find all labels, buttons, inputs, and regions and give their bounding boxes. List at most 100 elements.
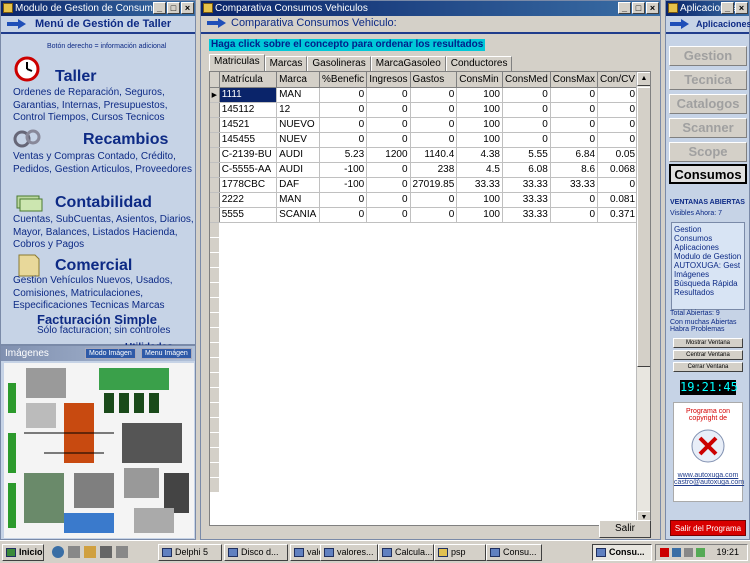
table-cell[interactable]: 0 bbox=[319, 132, 368, 148]
taller-section-title[interactable]: Taller bbox=[55, 68, 97, 86]
recambios-section-title[interactable]: Recambios bbox=[83, 131, 168, 149]
comercial-section-desc[interactable]: Gestion Vehículos Nuevos, Usados, Comisi… bbox=[13, 275, 195, 313]
column-header[interactable]: ConsMax bbox=[550, 72, 599, 88]
table-row[interactable]: C-5555-AA AUDI -100 0 238 4.5 6.08 8.6 0.068 bbox=[210, 162, 650, 178]
list-item[interactable]: Aplicaciones bbox=[674, 243, 742, 252]
scroll-thumb[interactable] bbox=[637, 87, 650, 367]
vertical-scrollbar[interactable]: ▲ ▼ bbox=[636, 72, 650, 525]
column-header[interactable]: Ingresos bbox=[366, 72, 411, 88]
start-button[interactable]: Inicio bbox=[2, 544, 44, 561]
table-cell[interactable]: 1200 bbox=[366, 147, 411, 163]
taskbar-item[interactable]: Delphi 5 bbox=[158, 544, 222, 561]
center-window-button[interactable]: Centrar Ventana bbox=[673, 350, 743, 360]
list-item[interactable]: Modulo de Gestion bbox=[674, 252, 742, 261]
results-grid[interactable]: Matrícula Marca %Benefic Ingresos Gastos… bbox=[209, 71, 651, 526]
exit-program-button[interactable]: Salir del Programa bbox=[670, 520, 746, 536]
table-cell[interactable]: 0 bbox=[366, 162, 411, 178]
table-cell[interactable]: 100 bbox=[456, 207, 503, 223]
table-cell[interactable]: 0 bbox=[502, 87, 551, 103]
row-indicator[interactable] bbox=[210, 177, 220, 193]
minimize-button[interactable]: _ bbox=[618, 2, 631, 14]
column-header[interactable]: Marca bbox=[276, 72, 320, 88]
catalogos-button[interactable]: Catalogos bbox=[669, 94, 747, 114]
table-cell[interactable]: 0 bbox=[366, 192, 411, 208]
desktop-icon[interactable] bbox=[68, 546, 80, 558]
table-cell[interactable]: 0 bbox=[550, 132, 599, 148]
table-cell[interactable]: 5.23 bbox=[319, 147, 368, 163]
tab-conductores[interactable]: Conductores bbox=[445, 56, 513, 71]
table-cell[interactable]: SCANIA bbox=[276, 207, 320, 223]
table-cell[interactable]: 33.33 bbox=[502, 177, 551, 193]
table-cell[interactable]: 0 bbox=[319, 192, 368, 208]
table-row[interactable]: 145455 NUEV 0 0 0 100 0 0 0 bbox=[210, 132, 650, 148]
table-cell[interactable]: 0 bbox=[597, 87, 639, 103]
comparison-title-bar[interactable]: Comparativa Consumos Vehiculos _ □ × bbox=[201, 1, 660, 16]
table-row[interactable]: C-2139-BU AUDI 5.23 1200 1140.4 4.38 5.55 6.84 0… bbox=[210, 147, 650, 163]
table-row[interactable]: 5555 SCANIA 0 0 0 100 33.33 0 0.371 bbox=[210, 207, 650, 223]
comercial-section-title[interactable]: Comercial bbox=[55, 257, 132, 275]
contabilidad-section-title[interactable]: Contabilidad bbox=[55, 194, 152, 212]
exit-button[interactable]: Salir bbox=[599, 520, 651, 538]
contabilidad-section-desc[interactable]: Cuentas, SubCuentas, Asientos, Diarios, … bbox=[13, 214, 195, 252]
taller-section-desc[interactable]: Ordenes de Reparación, Seguros, Garantia… bbox=[13, 87, 195, 125]
website-link[interactable]: www.autoxuga.com bbox=[674, 472, 742, 479]
scope-button[interactable]: Scope bbox=[669, 142, 747, 162]
table-row[interactable]: ▶ 1111 MAN 0 0 0 100 0 0 0 bbox=[210, 87, 650, 103]
close-button[interactable]: × bbox=[735, 2, 748, 14]
column-header[interactable]: Con/CV bbox=[597, 72, 639, 88]
table-cell[interactable]: NUEV bbox=[276, 132, 320, 148]
table-row[interactable]: 1778CBC DAF -100 0 27019.85 33.33 33.33 33.33 0 bbox=[210, 177, 650, 193]
table-cell[interactable]: 0 bbox=[597, 177, 639, 193]
program-icon[interactable] bbox=[100, 546, 112, 558]
gestion-button[interactable]: Gestion bbox=[669, 46, 747, 66]
image-mode-button[interactable]: Modo Imágen bbox=[85, 348, 136, 359]
table-cell[interactable]: 5.55 bbox=[502, 147, 551, 163]
row-indicator[interactable] bbox=[210, 132, 220, 148]
minimize-button[interactable]: _ bbox=[153, 2, 166, 14]
table-cell[interactable]: AUDI bbox=[276, 147, 320, 163]
email-link[interactable]: castro@autoxuga.com bbox=[674, 479, 744, 486]
table-cell[interactable]: 100 bbox=[456, 102, 503, 118]
taskbar-item[interactable]: psp bbox=[434, 544, 486, 561]
table-cell[interactable]: MAN bbox=[276, 192, 320, 208]
program-icon[interactable] bbox=[116, 546, 128, 558]
table-cell[interactable]: 0 bbox=[550, 117, 599, 133]
table-cell[interactable]: C-5555-AA bbox=[219, 162, 278, 178]
table-cell[interactable]: 27019.85 bbox=[410, 177, 458, 193]
taskbar-item[interactable]: valores... bbox=[320, 544, 378, 561]
table-cell[interactable]: 0 bbox=[550, 102, 599, 118]
row-indicator[interactable] bbox=[210, 162, 220, 178]
table-cell[interactable]: 6.08 bbox=[502, 162, 551, 178]
table-cell[interactable]: 100 bbox=[456, 117, 503, 133]
table-cell[interactable]: 145112 bbox=[219, 102, 278, 118]
table-cell[interactable]: 0 bbox=[366, 132, 411, 148]
table-cell[interactable]: AUDI bbox=[276, 162, 320, 178]
table-cell[interactable]: 238 bbox=[410, 162, 458, 178]
scroll-up-button[interactable]: ▲ bbox=[637, 72, 650, 86]
image-collage[interactable] bbox=[4, 363, 194, 538]
applications-title-bar[interactable]: Aplicaciones _ × bbox=[666, 1, 749, 16]
table-cell[interactable]: 1140.4 bbox=[410, 147, 458, 163]
table-cell[interactable]: 12 bbox=[276, 102, 320, 118]
row-indicator[interactable] bbox=[210, 147, 220, 163]
row-indicator[interactable] bbox=[210, 102, 220, 118]
browser-icon[interactable] bbox=[52, 546, 64, 558]
table-cell[interactable]: 0.068 bbox=[597, 162, 639, 178]
table-cell[interactable]: 1778CBC bbox=[219, 177, 278, 193]
table-cell[interactable]: 14521 bbox=[219, 117, 278, 133]
table-cell[interactable]: 0 bbox=[319, 117, 368, 133]
table-cell[interactable]: 0 bbox=[410, 102, 458, 118]
table-row[interactable]: 145112 12 0 0 0 100 0 0 0 bbox=[210, 102, 650, 118]
table-cell[interactable]: 6.84 bbox=[550, 147, 599, 163]
list-item[interactable]: Resultados bbox=[674, 288, 742, 297]
table-cell[interactable]: -100 bbox=[319, 177, 368, 193]
table-cell[interactable]: 0 bbox=[410, 207, 458, 223]
table-cell[interactable]: 33.33 bbox=[456, 177, 503, 193]
table-cell[interactable]: 0 bbox=[502, 117, 551, 133]
network-icon[interactable] bbox=[696, 548, 705, 557]
open-windows-list[interactable]: Gestion Consumos Aplicaciones Modulo de … bbox=[671, 222, 745, 310]
taskbar-item[interactable]: Calcula... bbox=[378, 544, 434, 561]
table-cell[interactable]: 0 bbox=[597, 102, 639, 118]
table-cell[interactable]: 0 bbox=[410, 117, 458, 133]
recambios-section-desc[interactable]: Ventas y Compras Contado, Crédito, Pedid… bbox=[13, 151, 195, 176]
